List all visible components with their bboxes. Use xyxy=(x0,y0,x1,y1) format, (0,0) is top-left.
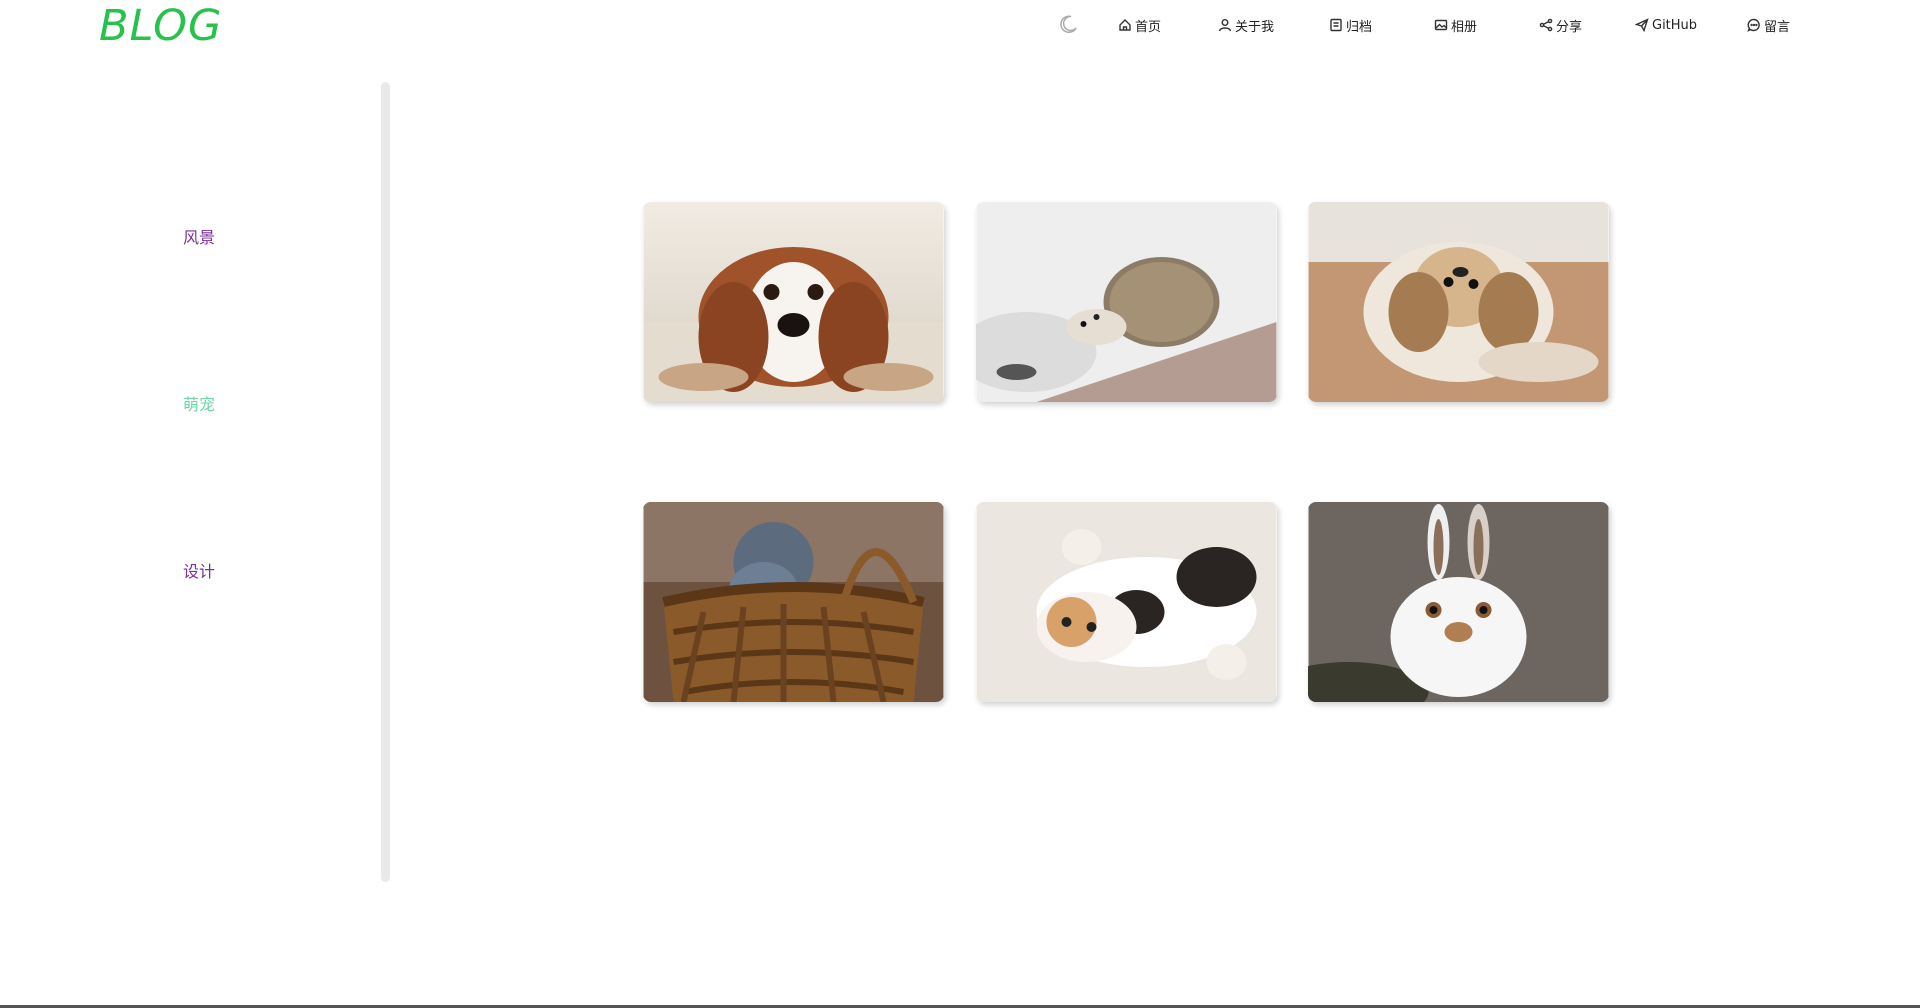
nav-github[interactable]: GitHub xyxy=(1635,14,1697,36)
category-sidebar: 风景 萌宠 设计 xyxy=(0,0,385,900)
nav-label: 首页 xyxy=(1135,19,1162,35)
photo-grid xyxy=(643,202,1609,702)
home-icon xyxy=(1119,19,1131,31)
nav-album[interactable]: 相册 xyxy=(1434,14,1477,36)
nav-share[interactable]: 分享 xyxy=(1539,14,1582,36)
sidebar-item-scenery[interactable]: 风景 xyxy=(183,224,215,248)
nav-message[interactable]: 留言 xyxy=(1747,14,1790,36)
nav-label: 留言 xyxy=(1764,19,1791,35)
dog-image xyxy=(643,202,944,402)
photo-hedgehog[interactable] xyxy=(976,202,1277,402)
nav-label: 关于我 xyxy=(1235,19,1275,35)
fluffy-dog-image xyxy=(1308,202,1609,402)
send-icon xyxy=(1635,18,1649,32)
cat-image xyxy=(976,502,1277,702)
blog-page: BLOG 首页 关于我 归档 相册 分享 GitHub 留言 风景 萌宠 设计 xyxy=(0,0,1920,1008)
rabbit-image xyxy=(1308,502,1609,702)
photo-cat[interactable] xyxy=(976,502,1277,702)
image-icon xyxy=(1434,19,1448,31)
photo-dog[interactable] xyxy=(643,202,944,402)
nav-label: 分享 xyxy=(1556,19,1583,35)
share-icon xyxy=(1539,18,1553,32)
nav-about[interactable]: 关于我 xyxy=(1218,14,1274,36)
hedgehog-image xyxy=(976,202,1277,402)
nav-archive[interactable]: 归档 xyxy=(1329,14,1372,36)
sidebar-divider xyxy=(381,82,390,882)
photo-fluffy-dog[interactable] xyxy=(1308,202,1609,402)
sidebar-item-pets[interactable]: 萌宠 xyxy=(183,391,215,415)
nav-label: GitHub xyxy=(1652,17,1698,33)
photo-kitten-basket[interactable] xyxy=(643,502,944,702)
kitten-image xyxy=(643,502,944,702)
nav-label: 相册 xyxy=(1451,19,1478,35)
nav-home[interactable]: 首页 xyxy=(1118,14,1161,36)
sidebar-item-design[interactable]: 设计 xyxy=(183,558,215,582)
nav-label: 归档 xyxy=(1346,19,1373,35)
photo-rabbit[interactable] xyxy=(1308,502,1609,702)
chat-icon xyxy=(1747,18,1760,32)
archive-icon xyxy=(1330,18,1342,32)
user-icon xyxy=(1218,19,1232,32)
